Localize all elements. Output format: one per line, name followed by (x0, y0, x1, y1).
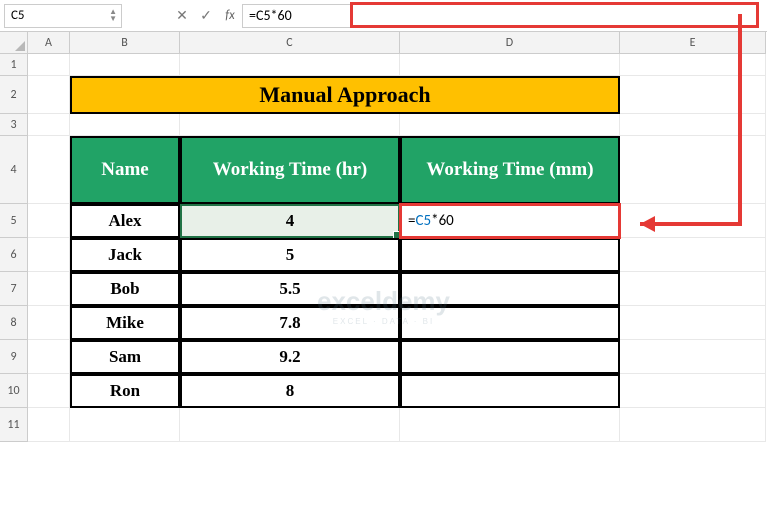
cell-name[interactable]: Ron (70, 374, 180, 408)
row-header-1[interactable]: 1 (0, 54, 28, 76)
cell[interactable] (620, 306, 766, 340)
row-header-2[interactable]: 2 (0, 76, 28, 114)
cell[interactable] (28, 340, 70, 374)
cell-mm[interactable] (400, 374, 620, 408)
cell[interactable] (620, 340, 766, 374)
row-header-11[interactable]: 11 (0, 408, 28, 442)
header-wt-hr[interactable]: Working Time (hr) (180, 136, 400, 204)
cell[interactable] (70, 114, 180, 136)
formula-bar: C5 ▲▼ ✕ ✓ fx =C5*60 (0, 0, 767, 32)
formula-input[interactable]: =C5*60 (242, 4, 759, 28)
col-header-E[interactable]: E (620, 32, 766, 54)
cell-hr[interactable]: 7.8 (180, 306, 400, 340)
row-header-6[interactable]: 6 (0, 238, 28, 272)
select-all-button[interactable] (0, 32, 28, 54)
cell-name[interactable]: Alex (70, 204, 180, 238)
name-box-value: C5 (11, 8, 25, 23)
row-header-8[interactable]: 8 (0, 306, 28, 340)
cell[interactable] (620, 54, 766, 76)
cancel-icon[interactable]: ✕ (170, 7, 194, 24)
cell[interactable] (400, 114, 620, 136)
dropdown-icon[interactable]: ▲▼ (109, 9, 117, 23)
cell[interactable] (180, 54, 400, 76)
row-header-3[interactable]: 3 (0, 114, 28, 136)
cell[interactable] (620, 114, 766, 136)
col-header-C[interactable]: C (180, 32, 400, 54)
fx-icon[interactable]: fx (218, 8, 242, 23)
col-header-B[interactable]: B (70, 32, 180, 54)
cell-hr[interactable]: 5 (180, 238, 400, 272)
row-header-4[interactable]: 4 (0, 136, 28, 204)
cell[interactable] (620, 204, 766, 238)
row-header-7[interactable]: 7 (0, 272, 28, 306)
cell[interactable] (620, 374, 766, 408)
cell-D5-editing[interactable]: =C5*60 (400, 204, 620, 238)
cell-mm[interactable] (400, 238, 620, 272)
cell[interactable] (28, 306, 70, 340)
cell[interactable] (400, 54, 620, 76)
cell[interactable] (28, 136, 70, 204)
enter-icon[interactable]: ✓ (194, 7, 218, 24)
cell-name[interactable]: Sam (70, 340, 180, 374)
cell[interactable] (620, 408, 766, 442)
cell[interactable] (28, 408, 70, 442)
cell-name[interactable]: Mike (70, 306, 180, 340)
cell-mm[interactable] (400, 306, 620, 340)
row-header-5[interactable]: 5 (0, 204, 28, 238)
formula-rest: *60 (431, 212, 454, 230)
cell-hr[interactable]: 8 (180, 374, 400, 408)
sheet-area: A B C D E 1 2 Manual Approach 3 4 Name W… (0, 32, 767, 442)
cell-mm[interactable] (400, 340, 620, 374)
formula-text: =C5*60 (249, 7, 292, 24)
cell[interactable] (180, 114, 400, 136)
formula-prefix: = (408, 212, 415, 230)
cell[interactable] (28, 238, 70, 272)
cell[interactable] (180, 408, 400, 442)
cell[interactable] (28, 374, 70, 408)
cell[interactable] (620, 76, 766, 114)
row-header-10[interactable]: 10 (0, 374, 28, 408)
title-cell[interactable]: Manual Approach (70, 76, 620, 114)
cell[interactable] (28, 114, 70, 136)
cell[interactable] (620, 238, 766, 272)
cell[interactable] (28, 76, 70, 114)
cell-name[interactable]: Bob (70, 272, 180, 306)
cell-hr[interactable]: 5.5 (180, 272, 400, 306)
header-wt-mm[interactable]: Working Time (mm) (400, 136, 620, 204)
cell[interactable] (620, 272, 766, 306)
cell-name[interactable]: Jack (70, 238, 180, 272)
formula-ref: C5 (415, 212, 431, 230)
cell-C5-selected[interactable]: 4 (180, 204, 400, 238)
cell[interactable] (28, 54, 70, 76)
cell[interactable] (70, 408, 180, 442)
cell[interactable] (28, 204, 70, 238)
cell[interactable] (70, 54, 180, 76)
cell-hr[interactable]: 9.2 (180, 340, 400, 374)
cell[interactable] (620, 136, 766, 204)
cell-mm[interactable] (400, 272, 620, 306)
col-header-D[interactable]: D (400, 32, 620, 54)
column-headers-row: A B C D E (0, 32, 767, 54)
name-box[interactable]: C5 ▲▼ (4, 4, 122, 28)
row-header-9[interactable]: 9 (0, 340, 28, 374)
col-header-A[interactable]: A (28, 32, 70, 54)
cell[interactable] (400, 408, 620, 442)
cell[interactable] (28, 272, 70, 306)
header-name[interactable]: Name (70, 136, 180, 204)
